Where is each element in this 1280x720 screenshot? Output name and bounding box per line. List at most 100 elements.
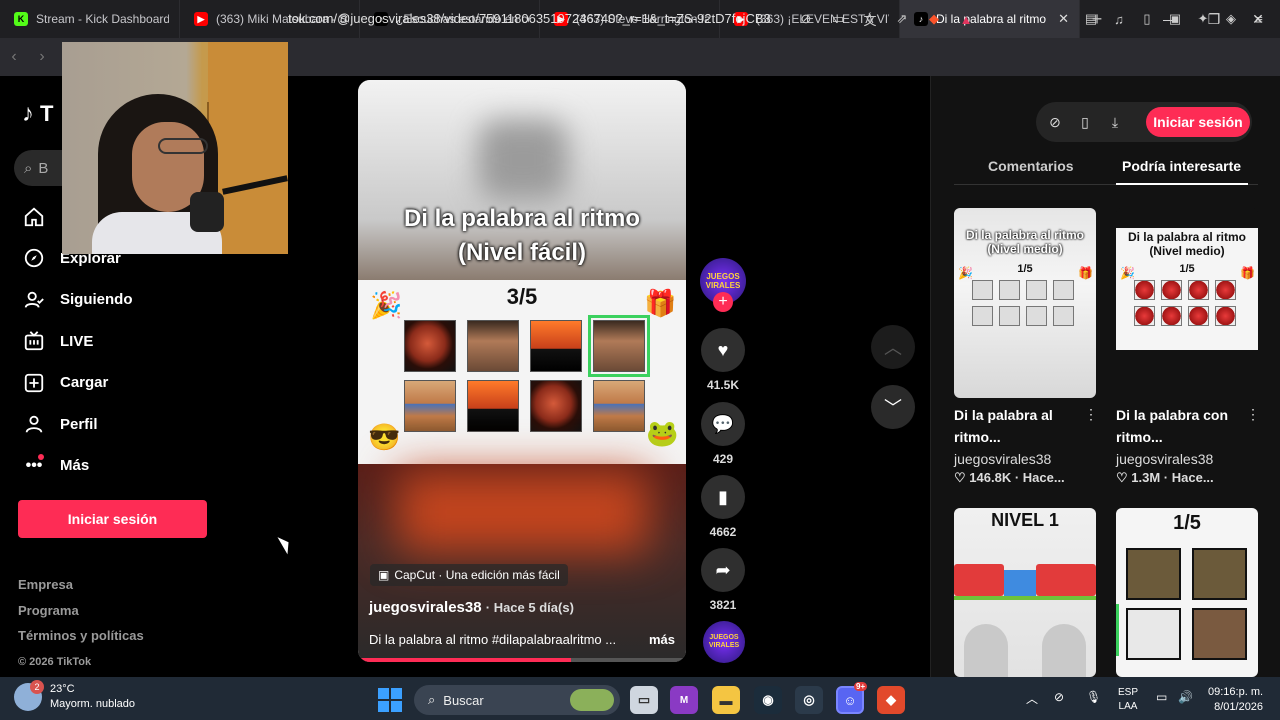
login-button[interactable]: Iniciar sesión	[18, 500, 207, 538]
browser-tab[interactable]: K Stream - Kick Dashboard	[0, 0, 180, 38]
brave-rewards-icon[interactable]: ▲	[956, 9, 976, 29]
clock[interactable]: 09:16:p. m. 8/01/2026	[1208, 685, 1263, 715]
more-button[interactable]: más	[649, 632, 675, 647]
card-title[interactable]: Di la palabra con ritmo...	[1116, 404, 1228, 448]
start-button[interactable]	[378, 688, 402, 712]
video-thumbnail[interactable]: NIVEL 1	[954, 508, 1096, 677]
wallet-icon[interactable]: ▣	[1166, 9, 1184, 29]
frog-icon: 🐸	[646, 418, 679, 448]
video-progress-bar[interactable]	[358, 658, 686, 662]
kebab-menu-icon[interactable]: ⋮	[1084, 406, 1098, 423]
tab-underline	[1116, 183, 1248, 185]
device-icon[interactable]: ▯	[1075, 112, 1095, 132]
bookmark-icon[interactable]: ▮	[701, 475, 745, 519]
footer-link-company[interactable]: Empresa	[18, 576, 144, 602]
card-title-line2: ritmo...	[954, 429, 1001, 445]
author-name[interactable]: juegosvirales38	[369, 599, 482, 616]
card-user[interactable]: juegosvirales38	[954, 451, 1051, 467]
music-disc-avatar[interactable]: JUEGOS VIRALES	[703, 621, 745, 663]
capcut-badge[interactable]: ▣ CapCut · Una edición más fácil	[370, 564, 568, 586]
translate-icon[interactable]: 文	[860, 9, 880, 29]
language-indicator[interactable]: ESP LAA	[1118, 686, 1138, 714]
close-tab-icon[interactable]: ✕	[1058, 11, 1069, 27]
heart-icon[interactable]: ♥	[701, 328, 745, 372]
footer-link-terms[interactable]: Términos y políticas	[18, 627, 144, 653]
weather-badge: 2	[30, 680, 44, 694]
chrome-like-icon[interactable]: ◎	[795, 686, 823, 714]
vpn-icon[interactable]: ◈	[1222, 9, 1240, 29]
weather-widget[interactable]: 2 23°C Mayorm. nublado	[14, 680, 135, 712]
video-thumbnail[interactable]: Di la palabra al ritmo (Nivel medio) 1/5…	[954, 208, 1096, 398]
tab-suggested[interactable]: Podría interesarte	[1122, 158, 1241, 174]
toolbar-icons: ▤ ♫ ▯ ▣ ✦ ◈ ≡	[1082, 9, 1268, 29]
party-popper-icon: 🎉	[1120, 266, 1135, 280]
back-icon[interactable]: ‹	[0, 48, 28, 66]
card-title[interactable]: Di la palabra al ritmo...	[954, 404, 1053, 448]
video-title-line1: Di la palabra al ritmo	[403, 205, 641, 232]
sidebar-item-profile[interactable]: Perfil	[20, 404, 133, 446]
url-field[interactable]: tok.com/@juegosvirales38/video/759118063…	[288, 11, 771, 26]
sidebar-toggle-icon[interactable]: ▤	[1082, 9, 1100, 29]
sidebar-item-more[interactable]: ••• Más	[20, 445, 133, 487]
share-icon[interactable]: ⇗	[892, 9, 912, 29]
card-title-line1: Di la palabra con	[1116, 407, 1229, 423]
search-input[interactable]: ⌕ B	[14, 150, 64, 186]
no-tracking-icon[interactable]: ⊘	[796, 9, 816, 29]
cast-icon[interactable]: ▭	[828, 9, 848, 29]
webcam-overlay	[62, 42, 288, 254]
explore-compass-icon[interactable]: ⊘	[1045, 112, 1065, 132]
tiktok-logo[interactable]: ♪ T	[22, 100, 53, 128]
search-icon: ⌕	[24, 159, 33, 177]
sidebar-panel-icon[interactable]: ▯	[1138, 9, 1156, 29]
search-icon: ⌕	[428, 692, 436, 707]
tab-comments[interactable]: Comentarios	[988, 158, 1074, 174]
music-icon[interactable]: ♫	[1110, 9, 1128, 29]
previous-video-button[interactable]: ︿	[871, 325, 915, 369]
network-off-icon[interactable]: ⊘	[1054, 690, 1064, 704]
taskbar-search-label: Buscar	[443, 692, 484, 708]
kebab-menu-icon[interactable]: ⋮	[1246, 406, 1260, 423]
card-user[interactable]: juegosvirales38	[1116, 451, 1213, 467]
card-stats: ♡ 1.3M · Hace...	[1116, 470, 1214, 486]
lang-code: ESP	[1118, 687, 1139, 698]
follow-plus-icon[interactable]: +	[713, 292, 733, 312]
gift-icon: 🎁	[1240, 266, 1255, 280]
comment-count: 429	[712, 452, 734, 466]
discord-icon[interactable]: ☺ 9+	[836, 682, 868, 714]
display-icon[interactable]: ▭	[1156, 690, 1167, 704]
task-view-icon[interactable]: ▭	[630, 686, 658, 714]
video-thumbnail[interactable]: Di la palabra al ritmo (Nivel medio) 1/5…	[1116, 208, 1258, 398]
brave-shield-icon[interactable]: ◆	[924, 9, 944, 29]
game-tile	[404, 320, 456, 372]
volume-icon[interactable]: 🔊	[1178, 690, 1193, 704]
like-action[interactable]: ♥ 41.5K	[701, 328, 745, 392]
download-icon[interactable]: ⤓	[1105, 112, 1125, 132]
video-player[interactable]: Di la palabra al ritmo (Nivel fácil) 3/5…	[358, 80, 686, 662]
m365-icon[interactable]: M	[670, 686, 698, 714]
chevron-up-icon[interactable]: ︿	[1026, 690, 1038, 707]
card-stats-text: 1.3M · Hace...	[1131, 470, 1214, 485]
comment-icon[interactable]: 💬	[701, 402, 745, 446]
sidebar-item-live[interactable]: LIVE	[20, 321, 133, 363]
comment-action[interactable]: 💬 429	[701, 402, 745, 466]
clock-time: 09:16:p. m.	[1208, 686, 1264, 698]
leo-icon[interactable]: ✦	[1194, 9, 1212, 29]
save-action[interactable]: ▮ 4662	[701, 475, 745, 539]
forward-icon[interactable]: ›	[28, 48, 56, 66]
sidebar-item-following[interactable]: Siguiendo	[20, 279, 133, 321]
brave-icon[interactable]: ◆	[877, 686, 905, 714]
file-explorer-icon[interactable]: ▬	[712, 686, 740, 714]
next-video-button[interactable]: ﹀	[871, 385, 915, 429]
home-icon	[20, 205, 48, 229]
menu-icon[interactable]: ≡	[1250, 9, 1268, 29]
login-button-top[interactable]: Iniciar sesión	[1146, 107, 1250, 137]
share-arrow-icon[interactable]: ➦	[701, 548, 745, 592]
copyright: © 2026 TikTok	[18, 655, 92, 668]
mic-icon[interactable]: 🎙	[1086, 690, 1101, 704]
sidebar-item-upload[interactable]: Cargar	[20, 362, 133, 404]
video-thumbnail[interactable]: 1/5	[1116, 508, 1258, 677]
share-action[interactable]: ➦ 3821	[701, 548, 745, 612]
obs-icon[interactable]: ◉	[754, 686, 782, 714]
taskbar-search[interactable]: ⌕ Buscar	[414, 685, 620, 715]
footer-link-program[interactable]: Programa	[18, 602, 144, 628]
